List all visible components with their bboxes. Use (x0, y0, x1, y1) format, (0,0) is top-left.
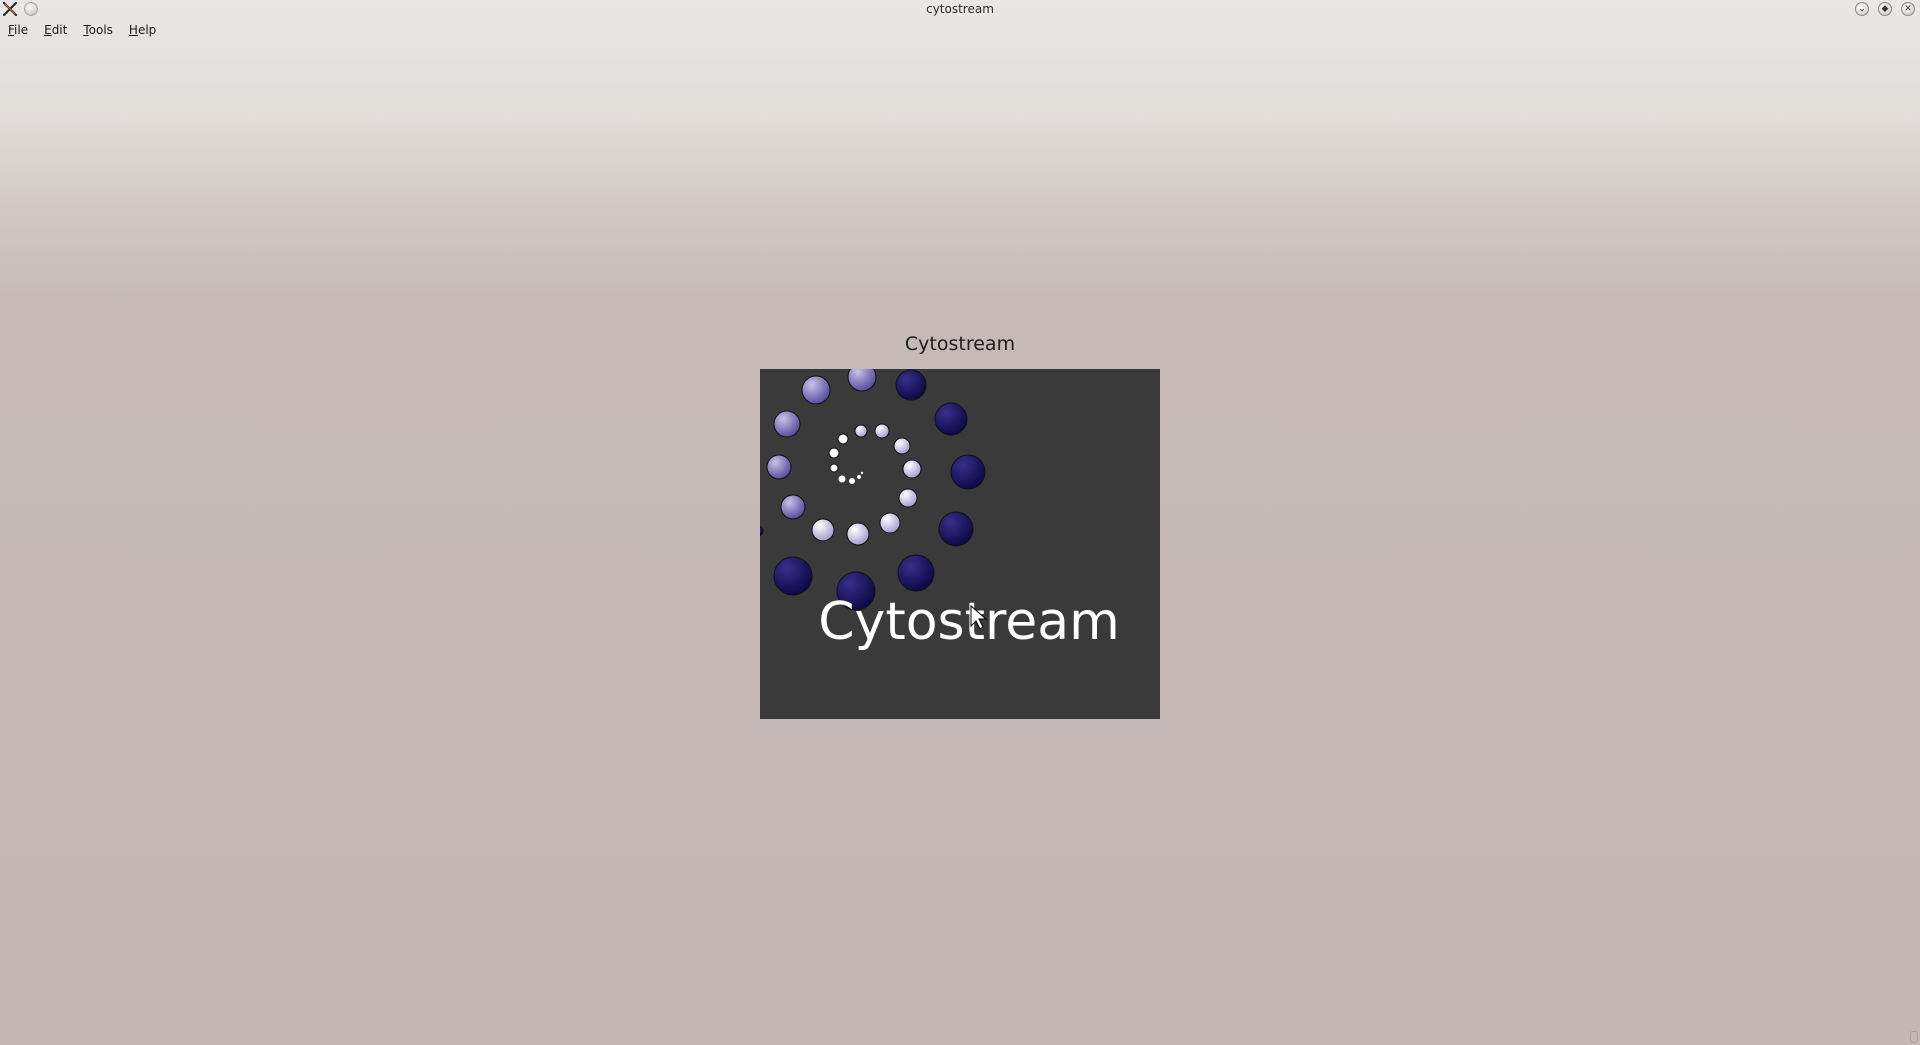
menu-file[interactable]: File (0, 20, 36, 40)
logo-sphere (860, 471, 864, 475)
logo-sphere (773, 410, 801, 438)
maximize-icon: ◆ (1881, 4, 1889, 14)
minimize-icon: ⌄ (1858, 4, 1866, 14)
logo-sphere (938, 511, 974, 547)
logo-sphere (829, 463, 839, 473)
menu-tools[interactable]: Tools (75, 20, 121, 40)
spiral-logo-graphic: Cytostream (760, 369, 1120, 652)
logo-sphere (874, 423, 890, 439)
logo-sphere (846, 522, 870, 546)
logo-sphere (847, 369, 877, 392)
resize-grip[interactable] (1910, 1031, 1918, 1043)
logo-sphere (857, 475, 861, 479)
logo-sphere (902, 459, 922, 479)
menubar: File Edit Tools Help (0, 20, 164, 40)
logo-sphere (895, 369, 927, 401)
logo-sphere (849, 478, 855, 484)
logo-sphere (897, 554, 935, 592)
logo-sphere (773, 556, 813, 596)
splash-logo-panel: Cytostream (760, 369, 1160, 719)
menu-tools-label: ools (88, 23, 113, 37)
splash-logo-text: Cytostream (818, 592, 1120, 652)
logo-sphere (893, 437, 911, 455)
logo-sphere (898, 488, 918, 508)
menu-edit-label: dit (51, 23, 68, 37)
logo-sphere (854, 424, 868, 438)
logo-sphere (766, 454, 792, 480)
logo-sphere (780, 494, 806, 520)
logo-sphere (837, 433, 849, 445)
logo-sphere (828, 447, 840, 459)
close-icon: ✕ (1904, 4, 1912, 14)
menu-edit[interactable]: Edit (36, 20, 75, 40)
menu-help-label: elp (137, 23, 157, 37)
menu-help-mnemonic: H (128, 23, 138, 37)
window-title: cytostream (926, 2, 994, 16)
window-titlebar[interactable]: cytostream ⌄ ◆ ✕ (0, 0, 1920, 18)
logo-sphere (950, 454, 986, 490)
logo-sphere (811, 518, 835, 542)
logo-sphere (934, 402, 968, 436)
logo-sphere (879, 512, 901, 534)
minimize-button[interactable]: ⌄ (1855, 2, 1869, 16)
menu-help[interactable]: Help (121, 20, 164, 40)
logo-sphere (760, 525, 764, 537)
logo-sphere (801, 375, 831, 405)
menu-edit-mnemonic: E (44, 23, 52, 37)
menu-file-label: ile (14, 23, 29, 37)
close-button[interactable]: ✕ (1901, 2, 1915, 16)
maximize-button[interactable]: ◆ (1878, 2, 1892, 16)
splash-caption: Cytostream (904, 333, 1016, 355)
logo-sphere (838, 475, 846, 483)
